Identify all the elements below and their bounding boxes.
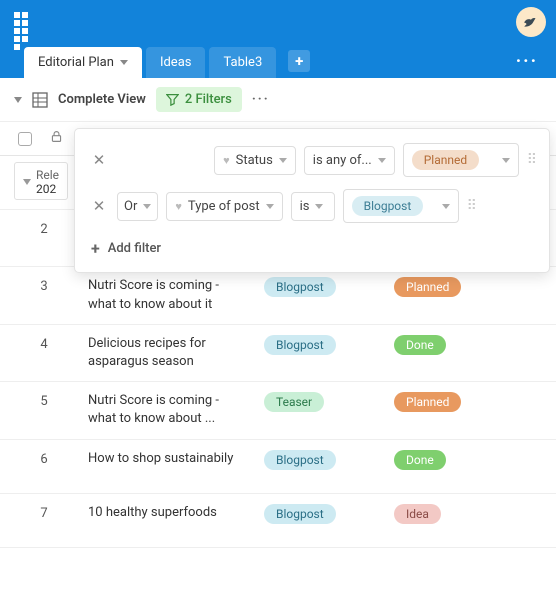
- row-number: 4: [0, 335, 88, 352]
- cell-status[interactable]: Planned: [394, 392, 534, 412]
- chevron-down-icon: [378, 158, 386, 163]
- add-filter-button[interactable]: + Add filter: [89, 235, 535, 262]
- filter-value-pill: Planned: [412, 150, 479, 170]
- filters-button[interactable]: 2 Filters: [156, 87, 242, 112]
- lock-icon[interactable]: [50, 130, 63, 147]
- tabs-overflow-button[interactable]: ···: [510, 51, 544, 78]
- cell-status[interactable]: Done: [394, 450, 534, 470]
- filter-row: ✕ ♥ Status is any of... Planned ⠿: [89, 143, 535, 177]
- column-header-value: 202: [36, 182, 59, 196]
- status-pill: Idea: [394, 504, 441, 524]
- filter-row: ✕ Or ♥ Type of post is Blogpost ⠿: [89, 189, 535, 223]
- drag-handle-icon[interactable]: ⠿: [527, 152, 535, 168]
- type-pill: Blogpost: [264, 277, 336, 297]
- row-number: 7: [0, 504, 88, 521]
- table-row[interactable]: 6How to shop sustainabilyBlogpost Done: [0, 440, 556, 494]
- filters-label: 2 Filters: [185, 92, 232, 107]
- cell-type[interactable]: Blogpost: [264, 504, 394, 524]
- filter-value-pill: Blogpost: [352, 196, 424, 216]
- filter-panel: ✕ ♥ Status is any of... Planned ⠿ ✕ Or: [74, 128, 550, 273]
- view-name[interactable]: Complete View: [58, 92, 146, 107]
- table-tabs: Editorial Plan Ideas Table3 + ···: [0, 44, 556, 78]
- content-area: Rele 202 ✕ ♥ Status is any of... Planned…: [0, 156, 556, 548]
- grid-view-icon[interactable]: [32, 92, 48, 108]
- chevron-down-icon: [442, 204, 450, 209]
- bird-icon: [522, 13, 540, 31]
- tab-table3[interactable]: Table3: [209, 47, 276, 78]
- filter-operator-dropdown[interactable]: is any of...: [304, 146, 395, 175]
- view-toolbar: Complete View 2 Filters ···: [0, 78, 556, 122]
- row-number: 5: [0, 392, 88, 409]
- cell-status[interactable]: Planned: [394, 277, 534, 297]
- select-all-checkbox[interactable]: [18, 132, 32, 146]
- chevron-down-icon: [143, 204, 151, 209]
- table-row[interactable]: 3Nutri Score is coming - what to know ab…: [0, 267, 556, 324]
- chevron-down-icon: [266, 204, 274, 209]
- filter-icon: [166, 93, 179, 106]
- toolbar-more-button[interactable]: ···: [252, 92, 270, 107]
- tab-ideas[interactable]: Ideas: [146, 47, 206, 78]
- table-row[interactable]: 710 healthy superfoodsBlogpost Idea: [0, 494, 556, 548]
- tab-editorial-plan[interactable]: Editorial Plan: [24, 47, 142, 78]
- filter-value-dropdown[interactable]: Blogpost: [343, 189, 459, 223]
- status-pill: Planned: [394, 392, 461, 412]
- plus-icon: +: [91, 239, 100, 258]
- row-number: 3: [0, 277, 88, 294]
- remove-filter-button[interactable]: ✕: [89, 197, 109, 215]
- top-bar: [0, 0, 556, 44]
- cell-type[interactable]: Blogpost: [264, 450, 394, 470]
- filter-field-dropdown[interactable]: ♥ Type of post: [166, 192, 282, 221]
- remove-filter-button[interactable]: ✕: [89, 151, 109, 169]
- filter-conjunction-dropdown[interactable]: Or: [117, 192, 158, 221]
- chevron-down-icon: [279, 158, 287, 163]
- tab-label: Table3: [223, 55, 262, 70]
- filter-operator-label: is any of...: [313, 153, 372, 168]
- table-row[interactable]: 4Delicious recipes for asparagus seasonB…: [0, 325, 556, 382]
- filter-field-label: Status: [236, 153, 273, 168]
- filter-field-dropdown[interactable]: ♥ Status: [214, 146, 296, 175]
- filter-operator-label: is: [300, 199, 310, 214]
- status-pill: Planned: [394, 277, 461, 297]
- cell-type[interactable]: Teaser: [264, 392, 394, 412]
- filter-conjunction-label: Or: [124, 199, 137, 214]
- column-header-label: Rele: [36, 168, 59, 182]
- chevron-down-icon: [502, 158, 510, 163]
- cell-title[interactable]: Nutri Score is coming - what to know abo…: [88, 392, 264, 428]
- cell-title[interactable]: Delicious recipes for asparagus season: [88, 335, 264, 371]
- cell-status[interactable]: Done: [394, 335, 534, 355]
- cell-title[interactable]: 10 healthy superfoods: [88, 504, 264, 522]
- cell-type[interactable]: Blogpost: [264, 335, 394, 355]
- cell-status[interactable]: Idea: [394, 504, 534, 524]
- table-row[interactable]: 5Nutri Score is coming - what to know ab…: [0, 382, 556, 439]
- filter-operator-dropdown[interactable]: is: [291, 192, 335, 221]
- apps-icon[interactable]: [10, 8, 38, 36]
- single-select-icon: ♥: [223, 154, 230, 167]
- type-pill: Blogpost: [264, 450, 336, 470]
- status-pill: Done: [394, 335, 446, 355]
- cell-type[interactable]: Blogpost: [264, 277, 394, 297]
- cell-title[interactable]: How to shop sustainabily: [88, 450, 264, 468]
- filter-field-label: Type of post: [188, 199, 260, 214]
- status-pill: Done: [394, 450, 446, 470]
- add-filter-label: Add filter: [108, 241, 161, 256]
- chevron-down-icon: [315, 204, 323, 209]
- tab-label: Ideas: [160, 55, 192, 70]
- add-table-button[interactable]: +: [288, 50, 310, 72]
- type-pill: Teaser: [264, 392, 324, 412]
- type-pill: Blogpost: [264, 504, 336, 524]
- cell-title[interactable]: Nutri Score is coming - what to know abo…: [88, 277, 264, 313]
- chevron-down-icon[interactable]: [120, 60, 128, 65]
- drag-handle-icon[interactable]: ⠿: [467, 198, 475, 214]
- type-pill: Blogpost: [264, 335, 336, 355]
- single-select-icon: ♥: [175, 200, 182, 213]
- chevron-down-icon: [23, 179, 31, 185]
- tab-label: Editorial Plan: [38, 55, 114, 70]
- filter-value-dropdown[interactable]: Planned: [403, 143, 519, 177]
- column-header-release[interactable]: Rele 202: [14, 162, 68, 200]
- avatar[interactable]: [516, 7, 546, 37]
- collapse-views-icon[interactable]: [14, 97, 22, 103]
- row-number: 6: [0, 450, 88, 467]
